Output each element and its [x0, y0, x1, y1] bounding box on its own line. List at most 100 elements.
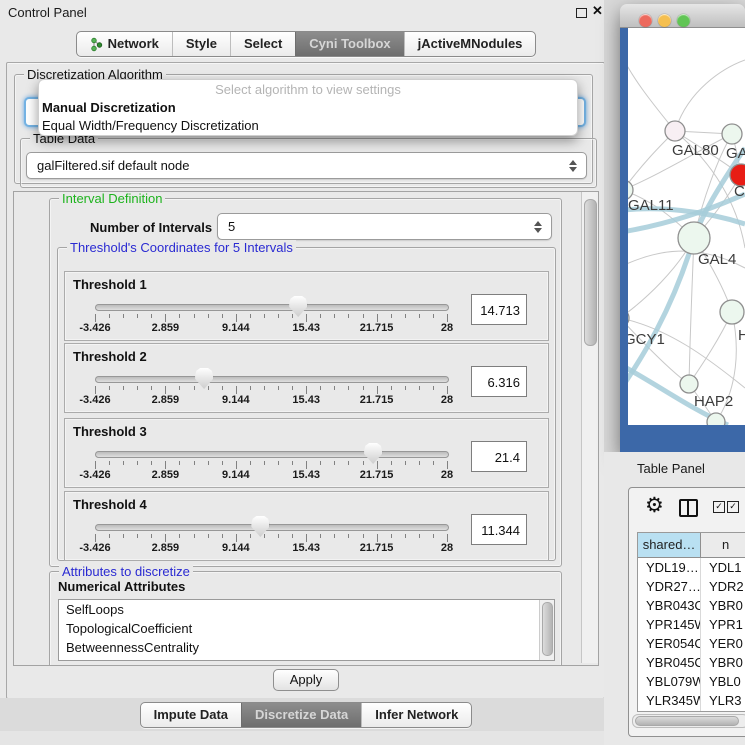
threshold-slider[interactable]	[95, 304, 449, 311]
attribute-list-item[interactable]: BetweennessCentrality	[59, 638, 554, 657]
slider-ticks	[95, 461, 447, 469]
zoom-traffic-light[interactable]	[677, 14, 690, 27]
slider-ticks	[95, 314, 447, 322]
table-horizontal-scrollbar[interactable]	[632, 714, 745, 728]
network-edge	[675, 60, 745, 131]
network-node-label: GA	[726, 145, 745, 162]
slider-tick-labels: -3.4262.8599.14415.4321.71528	[95, 322, 447, 334]
table-row[interactable]: YDR27…YDR2	[638, 577, 745, 596]
table-row[interactable]: YDL19…YDL1	[638, 558, 745, 577]
network-node[interactable]	[720, 300, 744, 324]
combo-stepper-icon	[568, 159, 577, 173]
node-attribute-table[interactable]: shared…n YDL19…YDL1YDR27…YDR2YBR043CYBR0…	[637, 532, 745, 712]
dropdown-item[interactable]: Manual Discretization	[39, 99, 577, 117]
table-row[interactable]: YER054CYER0	[638, 634, 745, 653]
thresholds-group-label: Threshold's Coordinates for 5 Intervals	[67, 240, 296, 255]
network-node[interactable]	[680, 375, 698, 393]
number-of-intervals-combobox[interactable]: 5	[217, 213, 552, 240]
tab-network[interactable]: Network	[77, 32, 172, 56]
close-traffic-light[interactable]	[639, 14, 652, 27]
slider-tick-labels: -3.4262.8599.14415.4321.71528	[95, 394, 447, 406]
apply-button[interactable]: Apply	[273, 669, 340, 691]
control-panel-title: Control Panel	[8, 5, 87, 20]
attribute-list-item[interactable]: SelfLoops	[59, 600, 554, 619]
minimize-traffic-light[interactable]	[658, 14, 671, 27]
table-row[interactable]: YBR045CYBR0	[638, 653, 745, 672]
number-of-intervals-label: Number of Intervals	[90, 220, 212, 235]
network-icon	[90, 37, 103, 52]
attribute-list-item[interactable]: TopologicalCoefficient	[59, 619, 554, 638]
threshold-slider[interactable]	[95, 451, 449, 458]
settings-vertical-scrollbar[interactable]	[581, 192, 598, 663]
threshold-value-field[interactable]: 14.713	[471, 294, 527, 325]
threshold-slider[interactable]	[95, 376, 449, 383]
interval-definition-group: Interval Definition Number of Intervals …	[49, 198, 562, 567]
network-node[interactable]	[665, 121, 685, 141]
network-view-window: GAL80GACGAL11GAL4GCY1HHAP2	[620, 4, 745, 452]
network-edge	[628, 131, 675, 190]
control-panel-window: Control Panel ✕ NetworkStyleSelectCyni T…	[0, 0, 612, 745]
network-window-titlebar[interactable]	[620, 4, 745, 28]
network-node-label: GAL4	[698, 251, 736, 268]
table-row[interactable]: YBL079WYBL0	[638, 672, 745, 691]
select-columns-icon[interactable]: ✓ ✓	[713, 501, 739, 513]
network-edge	[628, 58, 675, 131]
threshold-panel: Threshold 3 -3.4262.8599.14415.4321.71528…	[64, 418, 549, 488]
table-row[interactable]: YLR345WYLR3	[638, 691, 745, 710]
split-columns-icon[interactable]	[679, 499, 698, 517]
scrollbar-thumb[interactable]	[584, 199, 597, 346]
threshold-value-field[interactable]: 21.4	[471, 441, 527, 472]
interval-definition-label: Interval Definition	[59, 191, 165, 206]
network-node-label: C	[734, 183, 745, 200]
threshold-value-field[interactable]: 11.344	[471, 514, 527, 545]
network-node[interactable]	[707, 413, 725, 425]
network-canvas[interactable]: GAL80GACGAL11GAL4GCY1HHAP2	[628, 28, 745, 425]
numerical-attributes-list[interactable]: SelfLoopsTopologicalCoefficientBetweenne…	[58, 599, 555, 661]
network-node-label: H	[738, 327, 745, 344]
slider-ticks	[95, 534, 447, 542]
tab-select[interactable]: Select	[230, 32, 295, 56]
table-panel-box: ⚙ ✓ ✓ shared…n YDL19…YDL1YDR27…YDR2YBR04…	[628, 487, 745, 737]
tab-discretize-data[interactable]: Discretize Data	[241, 703, 361, 727]
tab-cyni-toolbox[interactable]: Cyni Toolbox	[295, 32, 403, 56]
settings-gear-icon[interactable]: ⚙	[645, 494, 664, 518]
dropdown-placeholder: Select algorithm to view settings	[39, 80, 577, 99]
network-node-label: GAL11	[628, 197, 674, 214]
table-column-header[interactable]: n	[701, 533, 745, 557]
attributes-group: Attributes to discretize Numerical Attri…	[49, 571, 562, 666]
network-node[interactable]	[678, 222, 710, 254]
tab-impute-data[interactable]: Impute Data	[141, 703, 241, 727]
threshold-value-field[interactable]: 6.316	[471, 366, 527, 397]
settings-scroll-panel: Interval Definition Number of Intervals …	[13, 191, 599, 666]
tab-jactivemnodules[interactable]: jActiveMNodules	[404, 32, 536, 56]
network-node-label: GCY1	[628, 331, 665, 348]
table-data-combobox[interactable]: galFiltered.sif default node	[26, 152, 587, 179]
attributes-list-scrollbar[interactable]	[539, 600, 554, 660]
numerical-attributes-heading: Numerical Attributes	[58, 579, 185, 594]
table-panel-title: Table Panel	[637, 461, 705, 476]
tab-style[interactable]: Style	[172, 32, 230, 56]
threshold-panel: Threshold 2-3.4262.8599.14415.4321.71528…	[64, 343, 549, 413]
slider-tick-labels: -3.4262.8599.14415.4321.71528	[95, 469, 447, 481]
cyni-mode-tabbar: Impute DataDiscretize DataInfer Network	[0, 702, 612, 728]
float-window-icon[interactable]	[576, 8, 587, 18]
dropdown-item[interactable]: Equal Width/Frequency Discretization	[39, 117, 577, 135]
tab-infer-network[interactable]: Infer Network	[361, 703, 471, 727]
network-node-label: GAL80	[672, 142, 719, 159]
attributes-group-label: Attributes to discretize	[59, 564, 193, 579]
network-node[interactable]	[722, 124, 742, 144]
threshold-label: Threshold 1	[73, 277, 147, 292]
threshold-label: Threshold 3	[73, 424, 147, 439]
close-panel-icon[interactable]: ✕	[592, 3, 603, 19]
threshold-panel: Threshold 4-3.4262.8599.14415.4321.71528…	[64, 491, 549, 561]
threshold-slider[interactable]	[95, 524, 449, 531]
table-row[interactable]: YPR145WYPR1	[638, 615, 745, 634]
table-row[interactable]: YIL053CYIL0	[638, 710, 745, 712]
threshold-label: Threshold 4	[73, 497, 147, 512]
control-panel-tabbar: NetworkStyleSelectCyni ToolboxjActiveMNo…	[0, 31, 612, 57]
table-row[interactable]: YBR043CYBR0	[638, 596, 745, 615]
threshold-panel: Threshold 1 -3.4262.8599.14415.4321.71528…	[64, 271, 549, 341]
table-panel-section: Table Panel ⚙ ✓ ✓ shared…n YDL19…YDL1YDR…	[604, 452, 745, 745]
scrollbar-thumb[interactable]	[635, 716, 739, 726]
table-column-header[interactable]: shared…	[638, 533, 701, 557]
